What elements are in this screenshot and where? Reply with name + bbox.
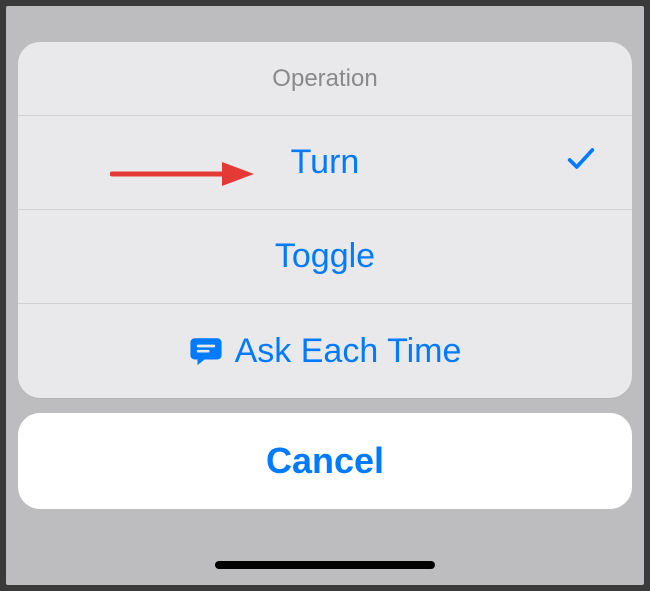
option-ask-each-time[interactable]: Ask Each Time	[18, 304, 632, 398]
cancel-button[interactable]: Cancel	[18, 413, 632, 509]
operation-action-sheet: Operation Turn Toggle	[18, 42, 632, 398]
checkmark-icon	[564, 141, 598, 184]
speech-bubble-icon	[189, 335, 223, 367]
option-ask-label: Ask Each Time	[235, 332, 462, 371]
option-toggle-label: Toggle	[275, 237, 375, 276]
option-toggle[interactable]: Toggle	[18, 210, 632, 304]
sheet-title-label: Operation	[272, 65, 377, 93]
sheet-title: Operation	[18, 42, 632, 116]
action-sheet-container: Operation Turn Toggle	[18, 42, 632, 509]
home-indicator[interactable]	[215, 561, 435, 569]
option-turn[interactable]: Turn	[18, 116, 632, 210]
screenshot-frame: Operation Turn Toggle	[6, 6, 644, 585]
option-turn-label: Turn	[291, 143, 360, 182]
cancel-label: Cancel	[266, 440, 384, 482]
